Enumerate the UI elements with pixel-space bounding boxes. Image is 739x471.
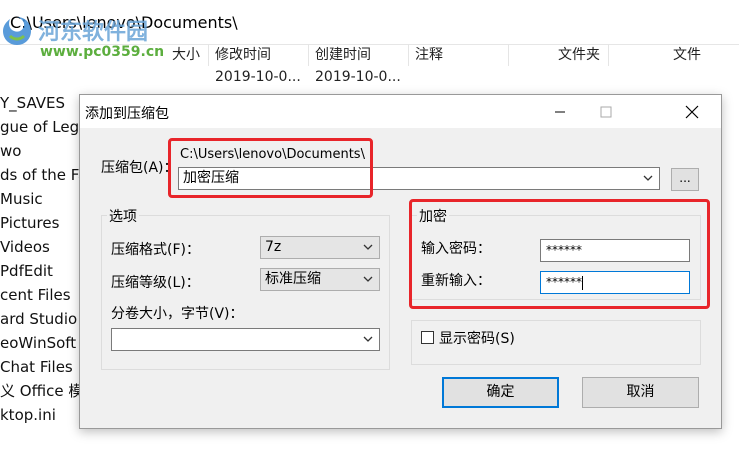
column-separator xyxy=(408,44,409,66)
chevron-down-icon xyxy=(363,244,373,250)
format-label: 压缩格式(F)： xyxy=(111,242,200,258)
watermark-url: www.pc0359.cn xyxy=(40,44,165,60)
level-label: 压缩等级(L)： xyxy=(111,275,200,291)
minimize-icon xyxy=(555,111,565,112)
tree-item[interactable]: gue of Leg xyxy=(0,115,79,139)
column-comment[interactable]: 注释 xyxy=(415,44,443,70)
cancel-button[interactable]: 取消 xyxy=(582,377,699,408)
volume-combobox[interactable] xyxy=(111,328,380,351)
tree-item[interactable]: 义 Office 模 xyxy=(0,379,83,403)
tree-item[interactable]: ktop.ini xyxy=(0,403,56,427)
volume-label: 分卷大小，字节(V)： xyxy=(111,306,244,322)
tree-item[interactable]: eoWinSoft xyxy=(0,331,76,355)
column-separator xyxy=(308,44,309,66)
add-to-archive-dialog: 添加到压缩包 压缩包(A)： C:\Users\lenovo\Documents… xyxy=(79,94,722,429)
browse-button[interactable]: ... xyxy=(671,168,699,191)
ok-button[interactable]: 确定 xyxy=(442,377,559,408)
column-size[interactable]: 大小 xyxy=(172,44,200,70)
show-password-label[interactable]: 显示密码(S) xyxy=(439,328,515,348)
column-folders[interactable]: 文件夹 xyxy=(558,44,600,70)
tree-item[interactable]: Y_SAVES xyxy=(0,91,65,115)
watermark-text: 河东软件园 xyxy=(38,20,149,45)
watermark-logo-icon xyxy=(3,17,31,45)
tree-item[interactable]: wo xyxy=(0,139,21,163)
tree-item[interactable]: Music xyxy=(0,187,43,211)
column-separator xyxy=(208,44,209,66)
archive-label: 压缩包(A)： xyxy=(101,160,178,176)
format-select[interactable]: 7z xyxy=(260,236,380,259)
column-files[interactable]: 文件 xyxy=(673,44,701,70)
maximize-button[interactable] xyxy=(583,95,629,128)
level-select[interactable]: 标准压缩 xyxy=(260,268,380,291)
tree-item[interactable]: Chat Files xyxy=(0,355,73,379)
close-icon xyxy=(685,105,699,118)
chevron-down-icon xyxy=(643,175,653,181)
column-modified[interactable]: 修改时间 xyxy=(215,44,271,70)
column-created[interactable]: 创建时间 xyxy=(315,44,371,70)
options-group-title: 选项 xyxy=(107,206,139,226)
maximize-icon xyxy=(600,106,612,117)
tree-item[interactable]: ard Studio xyxy=(0,307,77,331)
column-separator xyxy=(608,44,609,66)
created-date: 2019-10-0... xyxy=(315,69,401,85)
tree-item[interactable]: PdfEdit xyxy=(0,259,53,283)
tree-item[interactable]: cent Files xyxy=(0,283,71,307)
level-value: 标准压缩 xyxy=(265,271,321,287)
format-value: 7z xyxy=(265,239,282,255)
dialog-titlebar[interactable]: 添加到压缩包 xyxy=(80,95,721,128)
modified-date: 2019-10-0... xyxy=(215,69,301,85)
tree-item[interactable]: Videos xyxy=(0,235,50,259)
tree-item[interactable]: Pictures xyxy=(0,211,59,235)
tree-item[interactable]: ds of the Fa xyxy=(0,163,87,187)
chevron-down-icon xyxy=(363,336,373,342)
annotation-highlight-archive xyxy=(168,138,373,198)
minimize-button[interactable] xyxy=(537,95,583,128)
dialog-title: 添加到压缩包 xyxy=(85,106,169,122)
show-password-checkbox[interactable] xyxy=(421,331,434,344)
chevron-down-icon xyxy=(363,276,373,282)
annotation-highlight-encryption xyxy=(409,199,710,309)
column-separator xyxy=(508,44,509,66)
close-button[interactable] xyxy=(669,95,715,128)
